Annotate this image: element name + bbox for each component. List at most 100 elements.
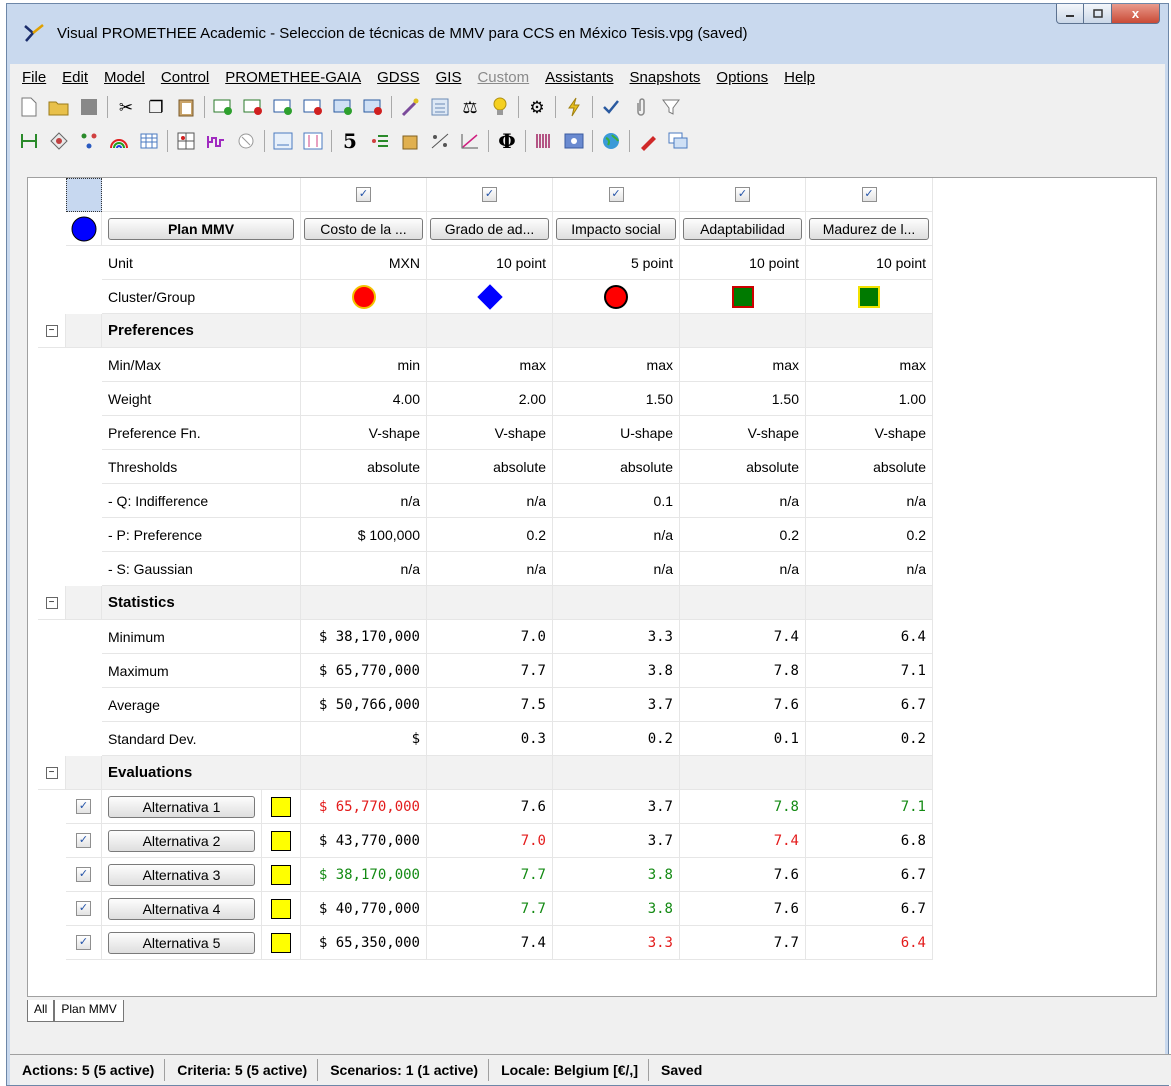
image-icon[interactable] [559, 128, 589, 154]
cut-icon[interactable]: ✂ [111, 94, 141, 120]
preference-row-value[interactable]: 0.2 [806, 518, 933, 552]
preference-row-value[interactable]: max [553, 348, 680, 382]
statistics-row-value[interactable]: 7.1 [806, 654, 933, 688]
preference-row-value[interactable]: 1.50 [680, 382, 806, 416]
save-icon[interactable] [74, 94, 104, 120]
criterion-5-checkbox[interactable]: ✓ [861, 187, 877, 202]
preference-row-value[interactable]: max [806, 348, 933, 382]
preference-row-value[interactable]: absolute [427, 450, 553, 484]
phi-icon[interactable]: Φ [492, 128, 522, 154]
statistics-collapse-toggle[interactable]: − [38, 586, 66, 620]
barcode-icon[interactable] [529, 128, 559, 154]
rainbow-icon[interactable] [104, 128, 134, 154]
evaluation-value[interactable]: 7.7 [680, 926, 806, 960]
criterion-4-button[interactable]: Adaptabilidad [683, 217, 802, 240]
menu-gdss[interactable]: GDSS [369, 69, 428, 86]
intervals-icon[interactable] [298, 128, 328, 154]
preference-row-value[interactable]: n/a [427, 552, 553, 586]
preference-row-value[interactable]: 4.00 [301, 382, 427, 416]
maximize-button[interactable] [1084, 4, 1112, 24]
evaluation-value[interactable]: 6.7 [806, 858, 933, 892]
alternative-button[interactable]: Alternativa 4 [108, 897, 255, 920]
statistics-row-value[interactable]: 3.3 [553, 620, 680, 654]
evaluation-value[interactable]: 7.6 [680, 892, 806, 926]
magic-wand-icon[interactable] [395, 94, 425, 120]
criterion-1-button[interactable]: Costo de la ... [304, 217, 423, 240]
preference-row-value[interactable]: n/a [427, 484, 553, 518]
statistics-row-value[interactable]: 6.4 [806, 620, 933, 654]
out-in-icon[interactable] [425, 128, 455, 154]
preference-row-value[interactable]: min [301, 348, 427, 382]
preference-row-value[interactable]: V-shape [680, 416, 806, 450]
preference-row-value[interactable]: max [427, 348, 553, 382]
stability-icon[interactable] [268, 128, 298, 154]
evaluation-value[interactable]: 6.7 [806, 892, 933, 926]
alternative-button[interactable]: Alternativa 1 [108, 795, 255, 818]
evaluation-value[interactable]: 7.7 [427, 858, 553, 892]
preference-row-value[interactable]: 0.1 [553, 484, 680, 518]
checkmark-icon[interactable] [596, 94, 626, 120]
profile-icon[interactable] [201, 128, 231, 154]
statistics-row-value[interactable]: 7.8 [680, 654, 806, 688]
statistics-row-value[interactable]: $ 65,770,000 [301, 654, 427, 688]
criterion-4-checkbox[interactable]: ✓ [735, 187, 750, 202]
evaluations-collapse-toggle[interactable]: − [38, 756, 66, 790]
alternative-color-cell[interactable] [262, 790, 301, 824]
cluster-cell[interactable] [553, 280, 680, 314]
evaluation-value[interactable]: 7.0 [427, 824, 553, 858]
alternative-checkbox[interactable]: ✓ [76, 901, 91, 916]
preferences-collapse-toggle[interactable]: − [38, 314, 66, 348]
statistics-row-value[interactable]: $ 38,170,000 [301, 620, 427, 654]
alternative-checkbox[interactable]: ✓ [76, 867, 91, 882]
preference-row-value[interactable]: n/a [806, 552, 933, 586]
statistics-row-value[interactable]: 6.7 [806, 688, 933, 722]
windows-icon[interactable] [663, 128, 693, 154]
menu-edit[interactable]: Edit [54, 69, 96, 86]
unit-cell[interactable]: 10 point [680, 246, 806, 280]
cluster-cell[interactable] [301, 280, 427, 314]
evaluation-value[interactable]: 6.4 [806, 926, 933, 960]
pencil-icon[interactable] [633, 128, 663, 154]
gaia-plane-icon[interactable] [171, 128, 201, 154]
preference-row-value[interactable]: V-shape [806, 416, 933, 450]
preference-row-value[interactable]: n/a [553, 552, 680, 586]
preference-row-value[interactable]: absolute [553, 450, 680, 484]
evaluation-value[interactable]: 7.8 [680, 790, 806, 824]
unit-cell[interactable]: 5 point [553, 246, 680, 280]
walking-weights-icon[interactable] [231, 128, 261, 154]
menu-snapshots[interactable]: Snapshots [622, 69, 709, 86]
five-icon[interactable]: 5 [335, 128, 365, 154]
preference-row-value[interactable]: n/a [301, 484, 427, 518]
add-scenario-icon[interactable] [328, 94, 358, 120]
grid-corner-cell[interactable] [66, 178, 102, 212]
copy-icon[interactable]: ❐ [141, 94, 171, 120]
alternative-checkbox[interactable]: ✓ [76, 799, 91, 814]
preference-row-value[interactable]: 0.2 [680, 518, 806, 552]
title-bar[interactable]: Visual PROMETHEE Academic - Seleccion de… [7, 4, 1168, 62]
alternative-button[interactable]: Alternativa 3 [108, 863, 255, 886]
criterion-3-button[interactable]: Impacto social [556, 217, 676, 240]
preference-row-value[interactable]: 1.00 [806, 382, 933, 416]
statistics-row-value[interactable]: 0.2 [553, 722, 680, 756]
menu-assistants[interactable]: Assistants [537, 69, 621, 86]
preference-row-value[interactable]: 1.50 [553, 382, 680, 416]
statistics-row-value[interactable]: 7.6 [680, 688, 806, 722]
criterion-3-checkbox[interactable]: ✓ [608, 187, 624, 202]
filter-icon[interactable] [656, 94, 686, 120]
preference-row-value[interactable]: U-shape [553, 416, 680, 450]
preference-row-value[interactable]: 0.2 [427, 518, 553, 552]
lightbulb-icon[interactable] [485, 94, 515, 120]
statistics-row-value[interactable]: 7.7 [427, 654, 553, 688]
tab-all[interactable]: All [27, 1000, 55, 1022]
preference-row-value[interactable]: n/a [301, 552, 427, 586]
evaluation-value[interactable]: 7.6 [427, 790, 553, 824]
evaluation-value[interactable]: 3.7 [553, 824, 680, 858]
remove-scenario-icon[interactable] [358, 94, 388, 120]
preference-row-value[interactable]: n/a [806, 484, 933, 518]
statistics-row-value[interactable]: $ 50,766,000 [301, 688, 427, 722]
add-action-icon[interactable] [208, 94, 238, 120]
preference-row-value[interactable]: n/a [680, 552, 806, 586]
globe-icon[interactable] [596, 128, 626, 154]
statistics-row-value[interactable]: 3.8 [553, 654, 680, 688]
cluster-cell[interactable] [427, 280, 553, 314]
